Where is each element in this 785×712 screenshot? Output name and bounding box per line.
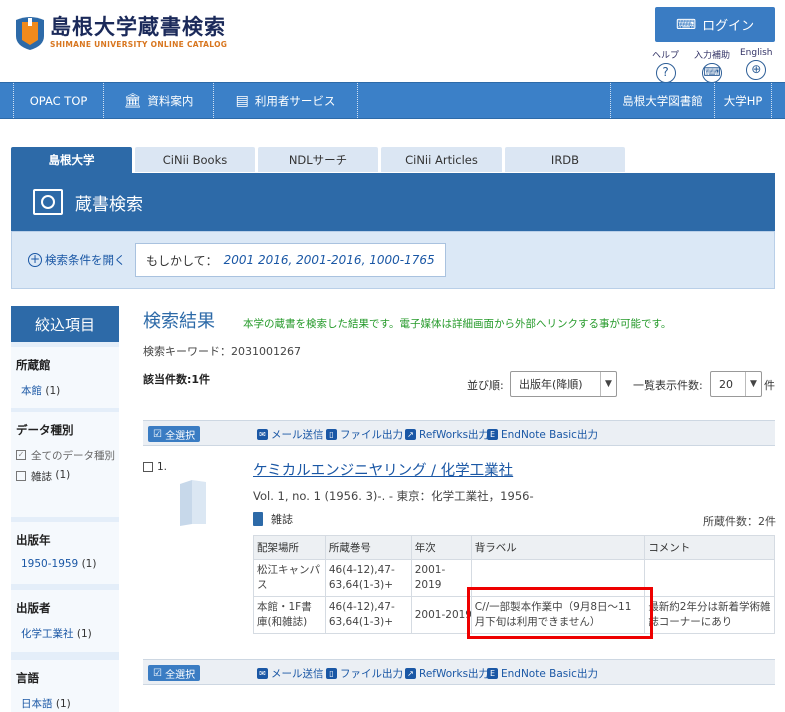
search-panel: 蔵書検索 — [11, 173, 775, 231]
col-spine-label: 背ラベル — [470, 535, 646, 560]
file-icon: ▯ — [326, 668, 337, 679]
search-options: + 検索条件を開く もしかして： 2001 2016, 2001-2016, 1… — [11, 231, 775, 289]
mail-icon: ✉ — [257, 668, 268, 679]
col-location: 配架場所 — [253, 535, 326, 560]
refworks-button[interactable]: ↗ RefWorks出力 — [405, 427, 489, 442]
search-keyword: 検索キーワード：2031001267 — [143, 345, 301, 358]
suggestion-links[interactable]: 2001 2016, 2001-2016, 1000-1765 — [224, 253, 435, 267]
tab-ndl[interactable]: NDLサーチ — [258, 147, 378, 172]
login-button[interactable]: ⌨ ログイン — [655, 7, 775, 42]
facet-publisher: 出版者 化学工業社 (1) — [11, 590, 119, 652]
chevron-down-icon: ▼ — [745, 372, 761, 396]
results-title: 検索結果 — [143, 311, 215, 332]
facet-item-kagaku[interactable]: 化学工業社 (1) — [21, 626, 119, 641]
facet-journal-checkbox[interactable]: 雑誌 (1) — [16, 469, 119, 484]
open-conditions-link[interactable]: + 検索条件を開く — [28, 252, 126, 268]
tab-shimane[interactable]: 島根大学 — [11, 147, 132, 173]
sort-label: 並び順: — [467, 379, 504, 392]
result-type: 雑誌 — [253, 511, 293, 527]
tab-cinii-books[interactable]: CiNii Books — [135, 147, 255, 172]
endnote-icon: E — [487, 668, 498, 679]
tab-cinii-articles[interactable]: CiNii Articles — [381, 147, 502, 172]
result-volume: Vol. 1, no. 1 (1956. 3)-. - 東京：化学工業社，195… — [253, 489, 534, 503]
logo-title: 島根大学蔵書検索 — [50, 15, 226, 39]
help-icon: ? — [655, 63, 676, 83]
facet-item-honkan[interactable]: 本館 (1) — [21, 383, 119, 398]
facet-all-types-checkbox[interactable]: ✓ 全てのデータ種別 — [16, 448, 119, 463]
location-link[interactable]: 本館・1F書庫(和雑誌) — [253, 596, 326, 634]
mail-button[interactable]: ✉ メール送信 — [257, 666, 324, 681]
did-you-mean: もしかして： 2001 2016, 2001-2016, 1000-1765 — [135, 243, 446, 277]
header: 島根大学蔵書検索 SHIMANE UNIVERSITY ONLINE CATAL… — [0, 0, 785, 83]
endnote-button[interactable]: E EndNote Basic出力 — [487, 427, 598, 442]
sort-select[interactable]: 出版年(降順) ▼ — [510, 371, 617, 397]
mail-icon: ✉ — [257, 429, 268, 440]
university-emblem-icon — [14, 14, 46, 50]
nav-opac-top[interactable]: OPAC TOP — [13, 83, 103, 118]
book-cover-icon — [176, 478, 210, 528]
user-card-icon: ▤ — [235, 92, 249, 109]
perpage-select[interactable]: 20 ▼ — [710, 371, 762, 397]
endnote-button[interactable]: E EndNote Basic出力 — [487, 666, 598, 681]
site-logo[interactable]: 島根大学蔵書検索 SHIMANE UNIVERSITY ONLINE CATAL… — [14, 14, 227, 50]
result-toolbar-top: ☑ 全選択 ✉ メール送信 ▯ ファイル出力 ↗ RefWorks出力 E EndNot… — [143, 420, 775, 446]
globe-icon: ⊕ — [746, 60, 767, 80]
hit-count: 該当件数:1件 — [143, 373, 211, 386]
plus-circle-icon: + — [28, 252, 42, 267]
chevron-down-icon: ▼ — [600, 372, 616, 396]
nav-univ-hp[interactable]: 大学HP — [714, 83, 772, 118]
search-title: 蔵書検索 — [75, 194, 143, 215]
select-all-button[interactable]: ☑ 全選択 — [148, 426, 201, 442]
logo-subtitle: SHIMANE UNIVERSITY ONLINE CATALOG — [50, 40, 228, 49]
check-icon: ☑ — [153, 667, 162, 679]
col-years: 年次 — [410, 535, 472, 560]
building-icon: 🏛 — [123, 92, 142, 109]
facet-datatype: データ種別 ✓ 全てのデータ種別 雑誌 (1) — [11, 412, 119, 517]
tab-irdb[interactable]: IRDB — [505, 147, 625, 172]
result-checkbox[interactable]: 1. — [143, 461, 167, 473]
file-export-button[interactable]: ▯ ファイル出力 — [326, 427, 403, 442]
english-link[interactable]: English ⊕ — [740, 48, 773, 80]
perpage-unit: 件 — [764, 379, 775, 392]
facet-holding: 所蔵館 本館 (1) — [11, 347, 119, 408]
perpage-label: 一覧表示件数: — [633, 379, 703, 392]
facet-sidebar: 絞込項目 所蔵館 本館 (1) データ種別 ✓ 全てのデータ種別 雑誌 (1) 出… — [11, 306, 119, 712]
main-nav: OPAC TOP 🏛 資料案内 ▤ 利用者サービス 島根大学図書館 大学HP — [0, 82, 785, 119]
select-all-button[interactable]: ☑ 全選択 — [148, 665, 201, 681]
file-export-button[interactable]: ▯ ファイル出力 — [326, 666, 403, 681]
help-link[interactable]: ヘルプ ? — [652, 48, 679, 83]
col-comment: コメント — [644, 535, 775, 560]
results-note: 本学の蔵書を検索した結果です。電子媒体は詳細画面から外部へリンクする事が可能です… — [243, 318, 672, 330]
journal-icon — [253, 512, 263, 526]
export-icon: ↗ — [405, 668, 416, 679]
endnote-icon: E — [487, 429, 498, 440]
check-icon: ☑ — [153, 428, 162, 440]
keyboard-icon: ⌨ — [702, 63, 722, 83]
nav-user-service[interactable]: ▤ 利用者サービス — [213, 83, 358, 118]
result-toolbar-bottom: ☑ 全選択 ✉ メール送信 ▯ ファイル出力 ↗ RefWorks出力 E EndNot… — [143, 659, 775, 685]
refworks-button[interactable]: ↗ RefWorks出力 — [405, 666, 489, 681]
highlight-box — [467, 587, 653, 639]
export-icon: ↗ — [405, 429, 416, 440]
book-search-icon — [33, 189, 63, 215]
mail-button[interactable]: ✉ メール送信 — [257, 427, 324, 442]
file-icon: ▯ — [326, 429, 337, 440]
nav-library[interactable]: 島根大学図書館 — [610, 83, 714, 118]
facet-language: 言語 日本語 (1) — [11, 660, 119, 712]
facet-heading: 絞込項目 — [11, 306, 119, 342]
login-icon: ⌨ — [675, 16, 697, 33]
facet-year: 出版年 1950-1959 (1) — [11, 522, 119, 584]
holdings-count: 所蔵件数：2件 — [703, 515, 776, 528]
result-title-link[interactable]: ケミカルエンジニヤリング / 化学工業社 — [253, 459, 513, 480]
login-label: ログイン — [702, 19, 755, 34]
input-assist-link[interactable]: 入力補助 ⌨ — [694, 48, 730, 83]
facet-item-1950s[interactable]: 1950-1959 (1) — [21, 558, 119, 570]
facet-item-japanese[interactable]: 日本語 (1) — [21, 696, 119, 711]
col-volumes: 所蔵巻号 — [324, 535, 412, 560]
nav-guide[interactable]: 🏛 資料案内 — [103, 83, 213, 118]
